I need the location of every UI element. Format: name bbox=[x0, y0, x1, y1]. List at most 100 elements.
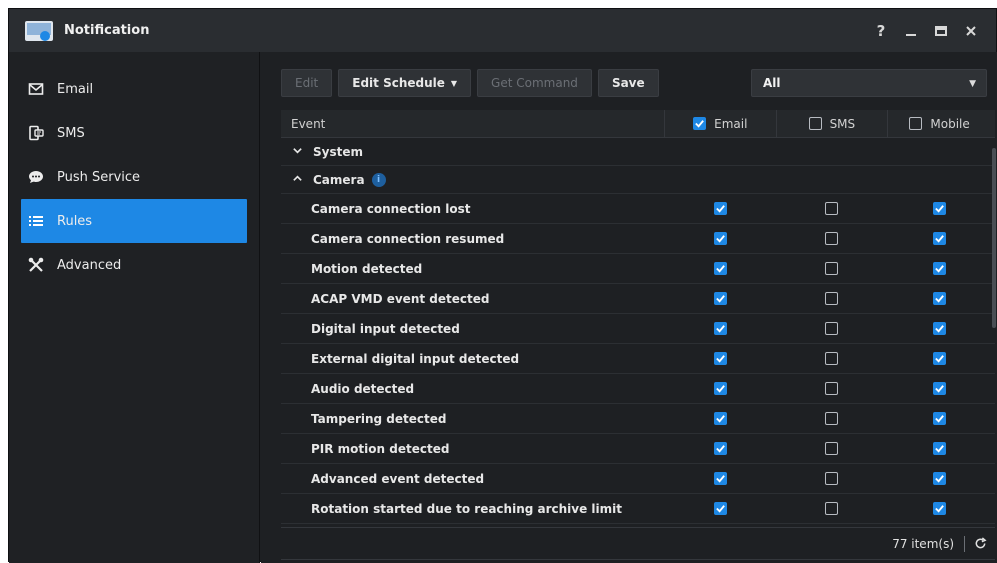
sms-cell bbox=[776, 292, 887, 305]
main-panel: Edit Edit Schedule ▼ Get Command Save All… bbox=[261, 52, 997, 563]
table-row[interactable]: Rotation started due to reaching archive… bbox=[281, 494, 995, 524]
help-icon[interactable]: ? bbox=[866, 19, 896, 43]
column-header-email: Email bbox=[664, 109, 776, 138]
mobile-checkbox[interactable] bbox=[932, 382, 946, 395]
sidebar-item-label: Rules bbox=[57, 213, 93, 229]
refresh-icon[interactable] bbox=[965, 537, 995, 550]
event-filter-select[interactable]: All ▼ bbox=[751, 69, 987, 97]
email-cell bbox=[664, 412, 775, 425]
sms-phone-icon bbox=[27, 124, 45, 142]
email-cell bbox=[664, 322, 775, 335]
header-mobile-checkbox[interactable] bbox=[909, 117, 923, 130]
table-scrollbar[interactable] bbox=[992, 148, 996, 328]
filter-selected-value: All bbox=[763, 76, 781, 90]
chevron-up-icon[interactable] bbox=[291, 173, 303, 187]
sms-cell bbox=[776, 442, 887, 455]
sms-checkbox[interactable] bbox=[825, 232, 839, 245]
edit-schedule-button[interactable]: Edit Schedule ▼ bbox=[338, 69, 472, 97]
sidebar-item-advanced[interactable]: Advanced bbox=[21, 243, 247, 287]
sms-checkbox[interactable] bbox=[825, 442, 839, 455]
email-checkbox[interactable] bbox=[713, 292, 727, 305]
mobile-checkbox[interactable] bbox=[932, 412, 946, 425]
email-checkbox[interactable] bbox=[713, 352, 727, 365]
email-cell bbox=[664, 352, 775, 365]
mobile-checkbox[interactable] bbox=[932, 502, 946, 515]
table-row[interactable]: Digital input detected bbox=[281, 314, 995, 344]
mobile-cell bbox=[887, 442, 995, 455]
table-footer: 77 item(s) bbox=[281, 527, 995, 560]
title-bar[interactable]: Notification ? bbox=[9, 9, 996, 52]
table-row[interactable]: Audio detected bbox=[281, 374, 995, 404]
mobile-checkbox[interactable] bbox=[932, 262, 946, 275]
table-body: Camera connection lost Camera connection … bbox=[281, 194, 995, 524]
email-checkbox[interactable] bbox=[713, 382, 727, 395]
sms-cell bbox=[776, 202, 887, 215]
edit-button[interactable]: Edit bbox=[281, 69, 333, 97]
maximize-icon[interactable] bbox=[926, 19, 956, 43]
sms-cell bbox=[776, 472, 887, 485]
table-row[interactable]: External digital input detected bbox=[281, 344, 995, 374]
table-row[interactable]: Motion detected bbox=[281, 254, 995, 284]
event-name: Rotation started due to reaching archive… bbox=[311, 501, 623, 516]
event-name: Camera connection resumed bbox=[311, 231, 505, 246]
table-row[interactable]: Camera connection resumed bbox=[281, 224, 995, 254]
table-row[interactable]: ACAP VMD event detected bbox=[281, 284, 995, 314]
email-checkbox[interactable] bbox=[713, 202, 727, 215]
email-checkbox[interactable] bbox=[713, 322, 727, 335]
sidebar-item-label: Push Service bbox=[57, 169, 141, 185]
email-checkbox[interactable] bbox=[713, 262, 727, 275]
save-button[interactable]: Save bbox=[597, 69, 659, 97]
sms-checkbox[interactable] bbox=[825, 352, 839, 365]
table-row[interactable]: Advanced event detected bbox=[281, 464, 995, 494]
email-cell bbox=[664, 202, 775, 215]
column-header-event: Event bbox=[291, 116, 326, 131]
sms-checkbox[interactable] bbox=[825, 262, 839, 275]
get-command-button[interactable]: Get Command bbox=[477, 69, 592, 97]
sms-checkbox[interactable] bbox=[825, 292, 839, 305]
table-row[interactable]: PIR motion detected bbox=[281, 434, 995, 464]
sms-checkbox[interactable] bbox=[825, 412, 839, 425]
sms-checkbox[interactable] bbox=[825, 202, 839, 215]
sms-checkbox[interactable] bbox=[825, 382, 839, 395]
window-controls: ? bbox=[866, 19, 986, 43]
sidebar-item-push-service[interactable]: Push Service bbox=[21, 155, 247, 199]
notification-window: Notification ? Email SMS Push Service Ru… bbox=[8, 8, 997, 563]
table-row[interactable]: Camera connection lost bbox=[281, 194, 995, 224]
mobile-checkbox[interactable] bbox=[932, 202, 946, 215]
email-checkbox[interactable] bbox=[713, 442, 727, 455]
sms-cell bbox=[776, 352, 887, 365]
email-cell bbox=[664, 232, 775, 245]
header-sms-checkbox[interactable] bbox=[808, 117, 822, 130]
mobile-checkbox[interactable] bbox=[932, 292, 946, 305]
close-icon[interactable] bbox=[956, 19, 986, 43]
sms-checkbox[interactable] bbox=[825, 472, 839, 485]
email-checkbox[interactable] bbox=[713, 502, 727, 515]
tools-icon bbox=[27, 256, 45, 274]
sms-checkbox[interactable] bbox=[825, 502, 839, 515]
email-cell bbox=[664, 442, 775, 455]
sidebar-item-sms[interactable]: SMS bbox=[21, 111, 247, 155]
group-row-system[interactable]: System bbox=[281, 138, 995, 166]
group-row-camera[interactable]: Camera i bbox=[281, 166, 995, 194]
list-icon bbox=[27, 212, 45, 230]
table-header: Event Email SMS Mobile bbox=[281, 109, 995, 138]
mobile-checkbox[interactable] bbox=[932, 352, 946, 365]
sidebar-item-rules[interactable]: Rules bbox=[21, 199, 247, 243]
header-email-checkbox[interactable] bbox=[693, 117, 707, 130]
email-checkbox[interactable] bbox=[713, 412, 727, 425]
table-row[interactable]: Tampering detected bbox=[281, 404, 995, 434]
info-icon[interactable]: i bbox=[371, 172, 386, 187]
email-checkbox[interactable] bbox=[713, 232, 727, 245]
sidebar-item-email[interactable]: Email bbox=[21, 67, 247, 111]
window-title: Notification bbox=[64, 23, 150, 38]
mobile-checkbox[interactable] bbox=[932, 322, 946, 335]
column-header-mobile: Mobile bbox=[887, 109, 995, 138]
minimize-icon[interactable] bbox=[896, 19, 926, 43]
email-checkbox[interactable] bbox=[713, 472, 727, 485]
event-name: Advanced event detected bbox=[311, 471, 485, 486]
sms-checkbox[interactable] bbox=[825, 322, 839, 335]
mobile-checkbox[interactable] bbox=[932, 472, 946, 485]
mobile-checkbox[interactable] bbox=[932, 232, 946, 245]
chevron-down-icon[interactable] bbox=[291, 145, 303, 159]
mobile-checkbox[interactable] bbox=[932, 442, 946, 455]
